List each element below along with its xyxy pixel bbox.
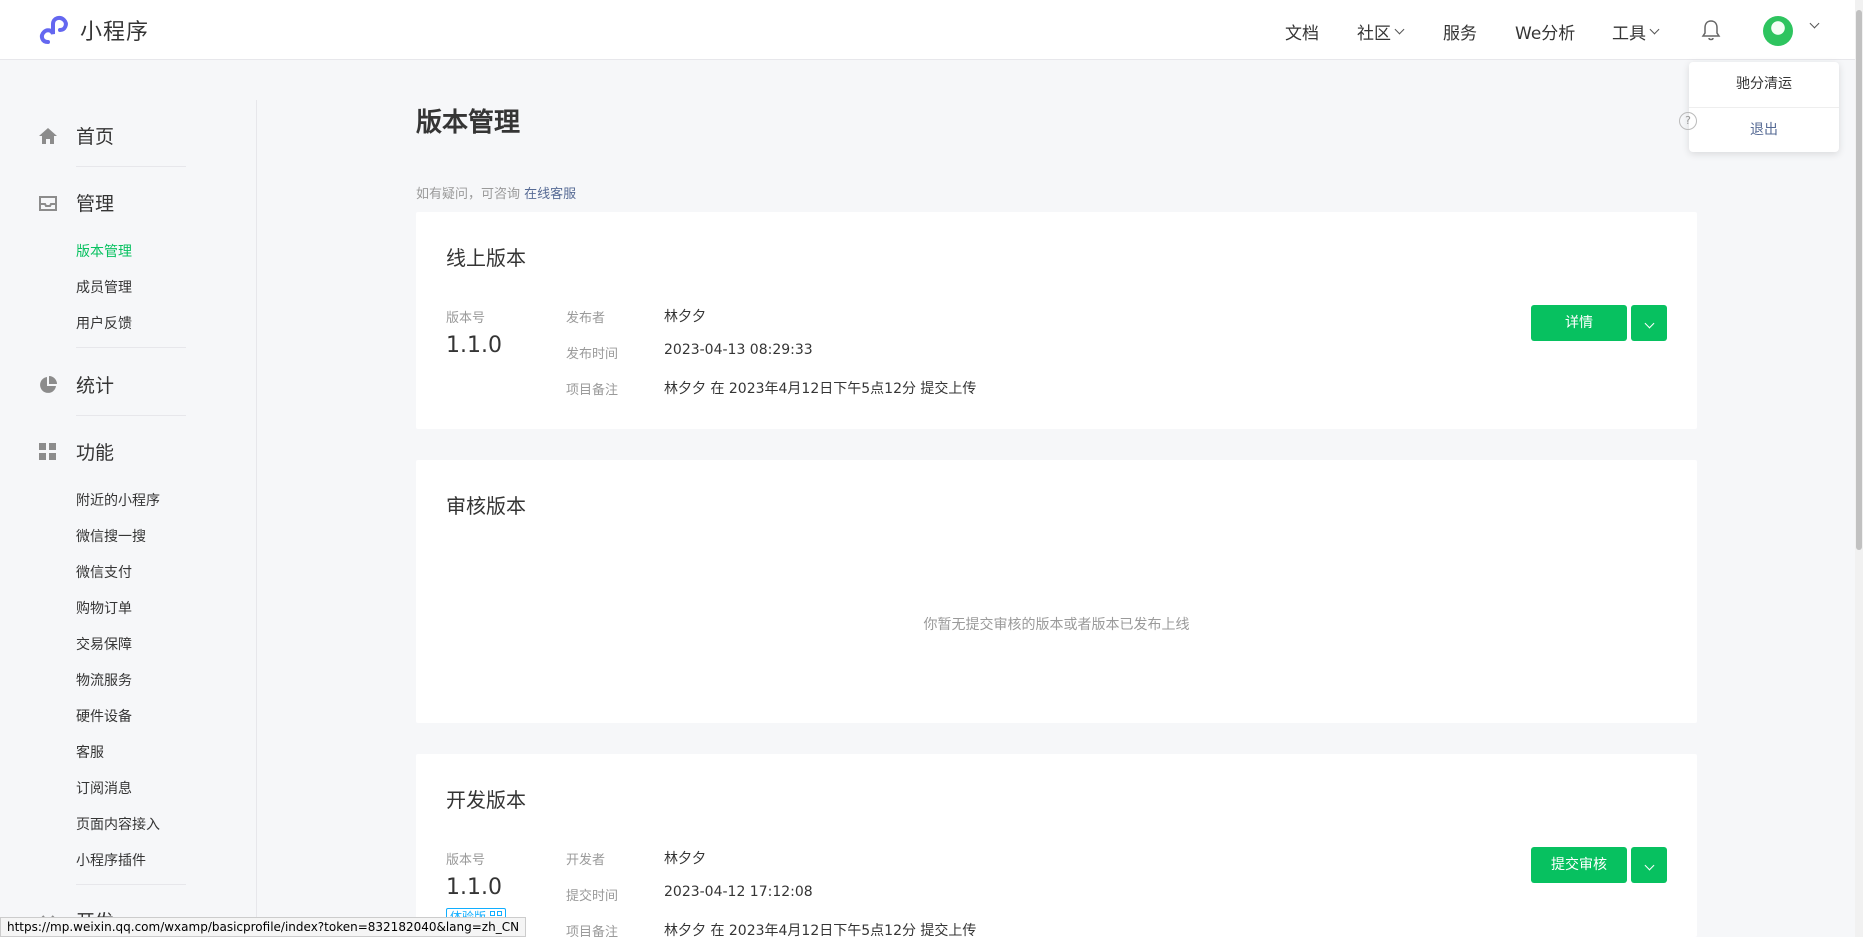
home-icon: [39, 127, 57, 144]
field-value: 林夕夕: [664, 851, 706, 867]
nav-services[interactable]: 服务: [1443, 19, 1477, 44]
inbox-icon: [39, 195, 57, 211]
sidebar-section-features[interactable]: 功能: [38, 438, 114, 465]
sidebar-item-user-feedback[interactable]: 用户反馈: [76, 313, 132, 333]
bell-icon[interactable]: [1701, 19, 1721, 41]
field-value: 林夕夕 在 2023年4月12日下午5点12分 提交上传: [664, 381, 977, 397]
sidebar-separator: [76, 166, 186, 167]
logo-text: 小程序: [80, 20, 150, 45]
top-bar: 小程序 文档 社区 服务 We分析 工具: [0, 0, 1863, 60]
field-value: 2023-04-13 08:29:33: [664, 342, 813, 358]
field-value: 林夕夕: [664, 309, 706, 325]
sidebar-divider: [256, 100, 257, 937]
sidebar-item-logistics[interactable]: 物流服务: [76, 670, 132, 690]
version-number: 1.1.0: [446, 875, 502, 900]
nav-services-label: 服务: [1443, 24, 1477, 44]
version-label: 版本号: [446, 311, 486, 326]
sidebar-section-label: 首页: [76, 126, 115, 148]
sidebar-item-plugins[interactable]: 小程序插件: [76, 850, 146, 870]
dev-version-card: 开发版本 版本号 1.1.0 体验版 开发者 林夕夕 提交时间 2023-04-…: [416, 754, 1697, 937]
sidebar-section-manage[interactable]: 管理: [38, 189, 114, 216]
nav-tools[interactable]: 工具: [1612, 19, 1660, 44]
chevron-down-icon: [1649, 24, 1660, 35]
mini-program-logo-icon: [39, 15, 68, 44]
field-label: 发布时间: [566, 347, 619, 362]
chevron-down-icon[interactable]: [1809, 18, 1820, 29]
sidebar-item-trade-guarantee[interactable]: 交易保障: [76, 634, 132, 654]
version-label: 版本号: [446, 853, 486, 868]
page-title: 版本管理: [416, 108, 521, 138]
grid-icon: [39, 442, 56, 460]
field-label: 项目备注: [566, 383, 619, 398]
sidebar-separator: [76, 884, 186, 885]
field-value: 林夕夕 在 2023年4月12日下午5点12分 提交上传: [664, 923, 977, 937]
review-version-card: 审核版本 你暂无提交审核的版本或者版本已发布上线: [416, 460, 1697, 723]
sidebar-item-page-content[interactable]: 页面内容接入: [76, 814, 160, 834]
sidebar-section-label: 功能: [76, 442, 115, 464]
help-icon[interactable]: ?: [1679, 112, 1697, 130]
logo[interactable]: 小程序: [38, 14, 149, 46]
user-menu: 驰分清运 退出: [1689, 62, 1839, 152]
sidebar-section-home[interactable]: 首页: [38, 122, 114, 149]
chevron-down-icon: [1644, 318, 1654, 329]
nav-we-analytics[interactable]: We分析: [1515, 19, 1575, 44]
sidebar-item-wechat-pay[interactable]: 微信支付: [76, 562, 132, 582]
help-hint: 如有疑问，可咨询 在线客服: [416, 183, 576, 202]
card-title: 线上版本: [446, 246, 526, 270]
user-menu-account[interactable]: 驰分清运: [1689, 62, 1839, 107]
status-bar-url: https://mp.weixin.qq.com/wxamp/basicprof…: [0, 917, 527, 937]
sidebar-section-label: 统计: [76, 375, 115, 397]
sidebar-item-subscribe-message[interactable]: 订阅消息: [76, 778, 132, 798]
field-label: 发布者: [566, 311, 606, 326]
card-title: 审核版本: [446, 494, 526, 518]
sidebar-item-shopping-order[interactable]: 购物订单: [76, 598, 132, 618]
online-service-link[interactable]: 在线客服: [524, 187, 576, 202]
sidebar-item-member-manage[interactable]: 成员管理: [76, 277, 132, 297]
nav-docs-label: 文档: [1285, 24, 1319, 44]
sidebar-section-stats[interactable]: 统计: [38, 371, 114, 398]
user-menu-logout[interactable]: 退出: [1689, 107, 1839, 152]
nav-docs[interactable]: 文档: [1285, 19, 1319, 44]
help-hint-text: 如有疑问，可咨询: [416, 187, 521, 202]
avatar[interactable]: [1763, 16, 1793, 46]
field-value: 2023-04-12 17:12:08: [664, 884, 813, 900]
nav-community-label: 社区: [1357, 24, 1391, 44]
empty-state-text: 你暂无提交审核的版本或者版本已发布上线: [923, 617, 1190, 633]
field-label: 开发者: [566, 853, 606, 868]
scrollbar[interactable]: [1855, 0, 1863, 937]
sidebar-item-customer-service[interactable]: 客服: [76, 742, 104, 762]
pie-chart-icon: [40, 375, 57, 393]
sidebar-item-hardware[interactable]: 硬件设备: [76, 706, 132, 726]
sidebar-separator: [76, 415, 186, 416]
details-button[interactable]: 详情: [1531, 305, 1627, 341]
sidebar-item-version-manage[interactable]: 版本管理: [76, 241, 132, 261]
chevron-down-icon: [1644, 860, 1654, 871]
online-version-card: 线上版本 版本号 1.1.0 发布者 林夕夕 发布时间 2023-04-13 0…: [416, 212, 1697, 429]
sidebar-item-wechat-search[interactable]: 微信搜一搜: [76, 526, 146, 546]
nav-tools-label: 工具: [1612, 24, 1646, 44]
sidebar-item-nearby[interactable]: 附近的小程序: [76, 490, 160, 510]
field-label: 项目备注: [566, 925, 619, 937]
nav-community[interactable]: 社区: [1357, 19, 1405, 44]
scrollbar-thumb[interactable]: [1856, 10, 1862, 550]
nav-we-analytics-label: We分析: [1515, 24, 1576, 44]
submit-review-button[interactable]: 提交审核: [1531, 847, 1627, 883]
sidebar-section-label: 管理: [76, 193, 115, 215]
chevron-down-icon: [1394, 24, 1405, 35]
version-number: 1.1.0: [446, 333, 502, 358]
online-more-button[interactable]: [1631, 305, 1667, 341]
dev-more-button[interactable]: [1631, 847, 1667, 883]
sidebar-separator: [76, 347, 186, 348]
card-title: 开发版本: [446, 788, 526, 812]
field-label: 提交时间: [566, 889, 619, 904]
